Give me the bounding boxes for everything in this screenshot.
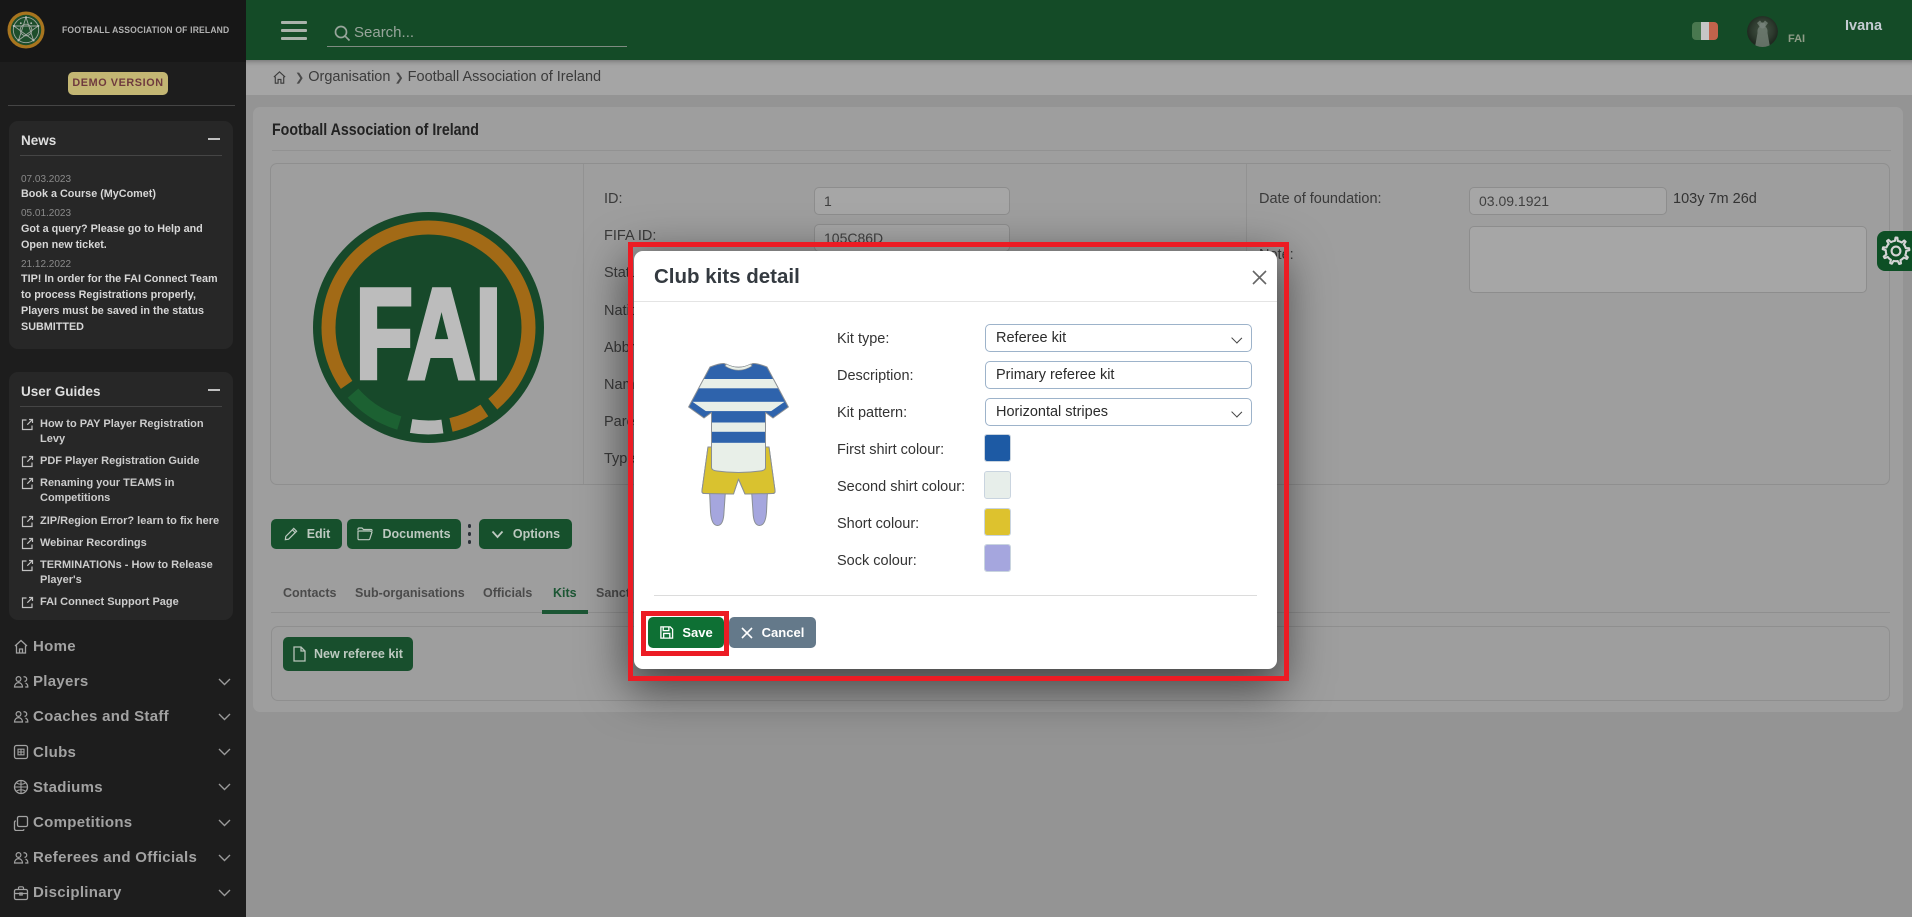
svg-text:FAI: FAI xyxy=(356,263,502,406)
